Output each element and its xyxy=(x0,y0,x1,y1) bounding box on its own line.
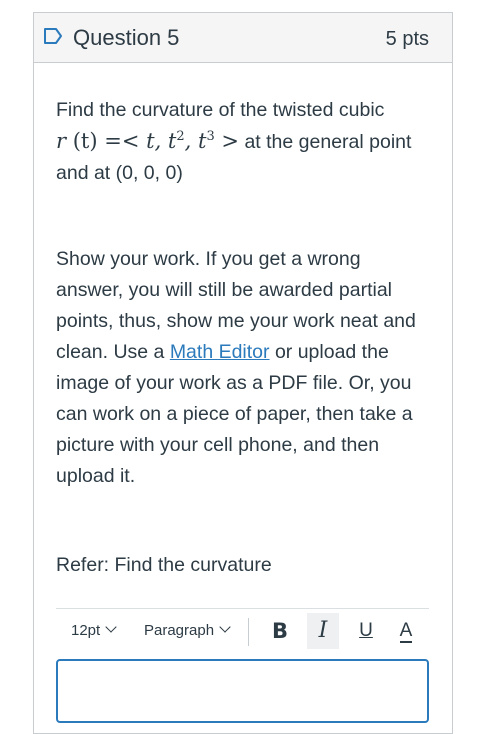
editor-toolbar: 12pt Paragraph B I U A xyxy=(56,608,429,653)
font-size-label: 12pt xyxy=(71,622,101,639)
refer-text: Refer: Find the curvature xyxy=(56,554,272,576)
chevron-down-icon xyxy=(219,621,231,633)
question-text-intro: Find the curvature of the twisted cubic xyxy=(56,99,385,121)
paragraph-format-label: Paragraph xyxy=(144,622,215,639)
italic-button[interactable]: I xyxy=(307,613,339,649)
question-card: Question 5 5 pts Find the curvature of t… xyxy=(33,12,453,734)
chevron-down-icon xyxy=(105,621,117,633)
instructions-text: Show your work. If you get a wrong answe… xyxy=(56,248,416,487)
question-header: Question 5 5 pts xyxy=(34,13,452,63)
bold-button[interactable]: B xyxy=(264,613,296,649)
question-text: Find the curvature of the twisted cubic r… xyxy=(56,95,426,189)
answer-editor[interactable] xyxy=(56,659,429,723)
question-title: Question 5 xyxy=(73,25,180,50)
math-editor-link[interactable]: Math Editor xyxy=(170,341,270,363)
flag-icon[interactable] xyxy=(43,27,63,45)
question-points: 5 pts xyxy=(385,28,429,50)
math-expression: r (t) =< t, t2, t3 > xyxy=(56,129,240,153)
text-color-button[interactable]: A xyxy=(390,613,422,649)
underline-button[interactable]: U xyxy=(350,613,382,649)
toolbar-divider xyxy=(248,618,249,646)
font-size-dropdown[interactable]: 12pt xyxy=(71,617,117,645)
paragraph-format-dropdown[interactable]: Paragraph xyxy=(144,617,231,645)
